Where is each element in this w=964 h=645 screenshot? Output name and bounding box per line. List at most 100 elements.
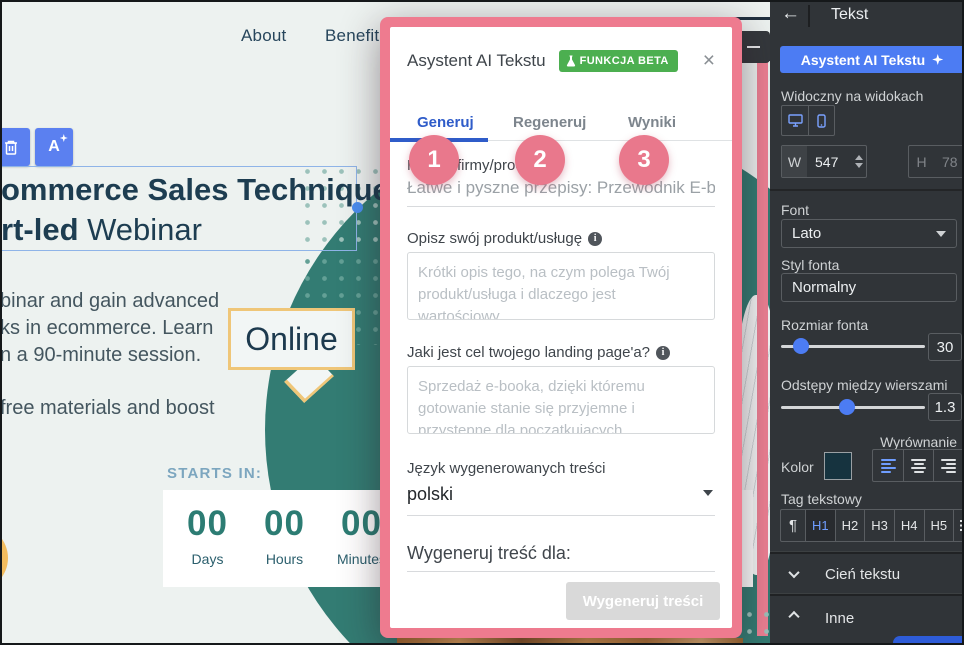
generate-content-button[interactable]: Wygeneruj treści: [566, 582, 720, 620]
device-visibility-group: [781, 105, 835, 136]
tag-h5-button[interactable]: H5: [924, 510, 954, 541]
color-label: Kolor: [781, 459, 814, 475]
generate-for-heading: Wygeneruj treść dla:: [407, 543, 715, 572]
countdown-title: STARTS IN:: [167, 465, 262, 482]
modal-title: Asystent AI Tekstu: [407, 51, 546, 71]
height-label: H: [909, 146, 934, 177]
goal-textarea[interactable]: [407, 366, 715, 434]
sparkle-icon: [932, 54, 943, 65]
line-height-value[interactable]: 1.3: [928, 393, 962, 421]
width-label: W: [782, 146, 807, 177]
heading-line-2: rt-led Webinar: [1, 210, 356, 250]
name-input[interactable]: [407, 176, 715, 207]
tag-h2-button[interactable]: H2: [835, 510, 865, 541]
photo-strip-fragment: [397, 638, 743, 645]
ai-assistant-sidebar-button[interactable]: Asystent AI Tekstu: [780, 46, 964, 73]
visibility-label: Widoczny na widokach: [781, 88, 923, 104]
ai-text-assistant-modal: Asystent AI Tekstu FUNKCJA BETA × Generu…: [380, 17, 742, 638]
height-value: 78: [934, 146, 964, 177]
text-tag-label: Tag tekstowy: [781, 491, 862, 507]
align-center-icon: [911, 459, 926, 473]
font-style-select[interactable]: Normalny: [781, 273, 957, 302]
countdown-days: 00 Days: [169, 504, 246, 587]
desktop-icon: [788, 114, 803, 127]
tag-h1-button[interactable]: H1: [805, 510, 835, 541]
yellow-circle-decoration: [0, 525, 8, 591]
line-height-slider[interactable]: [781, 406, 925, 409]
settings-sidebar: ← Tekst Asystent AI Tekstu Widoczny na w…: [770, 0, 964, 645]
selected-heading-element[interactable]: ommerce Sales Techniques rt-led Webinar: [0, 166, 357, 251]
slider-thumb[interactable]: [839, 399, 855, 415]
ai-assistant-button[interactable]: A: [35, 128, 73, 166]
text-shadow-section-header[interactable]: Cień tekstu: [770, 554, 964, 594]
font-label: Font: [781, 202, 809, 218]
language-field-label: Język wygenerowanych treści: [407, 460, 605, 477]
hidden-bottom-button[interactable]: [893, 636, 964, 645]
pink-section-edge: [757, 56, 768, 636]
description-field-label: Opisz swój produkt/usługę i: [407, 230, 602, 247]
chevron-down-icon: [936, 231, 946, 237]
selection-resize-handle[interactable]: [352, 202, 363, 213]
info-icon[interactable]: i: [588, 232, 602, 246]
mobile-visibility-toggle[interactable]: [808, 106, 834, 135]
slider-thumb[interactable]: [793, 338, 809, 354]
divider: [770, 189, 964, 191]
nav-link-benefits[interactable]: Benefits: [325, 26, 388, 46]
beta-badge: FUNKCJA BETA: [559, 50, 678, 72]
font-style-label: Styl fonta: [781, 257, 839, 273]
width-field[interactable]: W 547: [781, 145, 867, 178]
online-badge: Online: [228, 308, 355, 370]
body-paragraph[interactable]: binar and gain advanced ks in ecommerce.…: [0, 288, 219, 422]
tab-wyniki[interactable]: Wyniki: [628, 114, 676, 131]
header-divider: [808, 5, 810, 27]
width-value[interactable]: 547: [807, 146, 852, 177]
text-color-swatch[interactable]: [824, 452, 852, 480]
align-right-icon: [941, 459, 956, 473]
ai-text-icon: A: [48, 138, 60, 156]
trash-icon: [3, 139, 19, 156]
nav-link-about[interactable]: About: [241, 26, 286, 46]
step-down-icon[interactable]: [855, 163, 863, 168]
chevron-down-icon: [788, 567, 799, 578]
alignment-group: [872, 449, 964, 482]
line-height-label: Odstępy między wierszami: [781, 377, 948, 393]
back-arrow-icon[interactable]: ←: [781, 3, 800, 25]
description-textarea[interactable]: [407, 252, 715, 320]
tag-h3-button[interactable]: H3: [864, 510, 894, 541]
delete-element-button[interactable]: [0, 128, 30, 166]
tab-regeneruj[interactable]: Regeneruj: [513, 114, 586, 131]
align-center-button[interactable]: [903, 450, 933, 481]
other-section-header[interactable]: Inne: [770, 598, 964, 638]
minus-icon: [747, 46, 760, 48]
step-badge-2: 2: [515, 135, 565, 185]
info-icon[interactable]: i: [656, 346, 670, 360]
step-up-icon[interactable]: [855, 155, 863, 160]
close-icon[interactable]: ×: [703, 53, 715, 69]
tag-list-button[interactable]: [953, 510, 964, 541]
panel-title: Tekst: [831, 6, 868, 24]
align-left-button[interactable]: [873, 450, 903, 481]
goal-field-label: Jaki jest cel twojego landing page'a? i: [407, 344, 670, 361]
font-size-slider[interactable]: [781, 345, 925, 348]
countdown-hours: 00 Hours: [246, 504, 323, 587]
tab-generuj[interactable]: Generuj: [417, 114, 474, 131]
mobile-icon: [817, 114, 826, 128]
dot-pattern: [741, 606, 769, 645]
text-tag-group: ¶ H1 H2 H3 H4 H5: [780, 509, 964, 542]
tag-paragraph-button[interactable]: ¶: [781, 510, 805, 541]
chevron-up-icon: [788, 611, 799, 622]
heading-line-1: ommerce Sales Techniques: [1, 170, 356, 210]
list-icon: [960, 520, 964, 531]
language-select[interactable]: polski: [407, 481, 715, 516]
align-right-button[interactable]: [933, 450, 963, 481]
alignment-label: Wyrównanie: [880, 434, 957, 450]
font-size-value[interactable]: 30: [928, 333, 962, 361]
font-select[interactable]: Lato: [781, 219, 957, 248]
align-left-icon: [881, 459, 896, 473]
step-badge-1: 1: [409, 135, 459, 185]
desktop-visibility-toggle[interactable]: [782, 106, 808, 135]
tag-h4-button[interactable]: H4: [894, 510, 924, 541]
sidebar-header: ← Tekst: [770, 0, 964, 32]
width-stepper[interactable]: [852, 146, 866, 177]
height-field: H 78: [908, 145, 964, 178]
